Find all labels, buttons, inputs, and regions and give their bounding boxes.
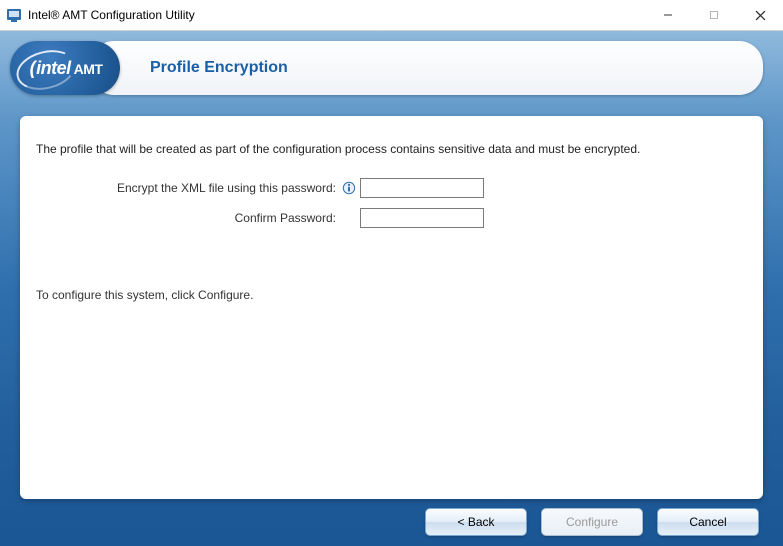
intel-logo: (intel AMT — [10, 41, 120, 95]
cancel-button-label: Cancel — [689, 515, 726, 529]
password-input[interactable] — [360, 178, 484, 198]
main-panel: The profile that will be created as part… — [20, 116, 763, 499]
password-label: Encrypt the XML file using this password… — [36, 181, 342, 195]
titlebar: Intel® AMT Configuration Utility — [0, 0, 783, 31]
configure-button: Configure — [541, 508, 643, 536]
logo-suffix-text: AMT — [74, 61, 103, 77]
app-icon — [6, 7, 22, 23]
confirm-password-input[interactable] — [360, 208, 484, 228]
close-button[interactable] — [737, 0, 783, 30]
header-title-bar: Profile Encryption — [90, 41, 763, 95]
window-title: Intel® AMT Configuration Utility — [28, 8, 195, 22]
back-button-label: < Back — [457, 515, 494, 529]
password-row: Encrypt the XML file using this password… — [36, 178, 747, 198]
page-title: Profile Encryption — [150, 59, 288, 77]
confirm-row: Confirm Password: — [36, 208, 747, 228]
window-body: (intel AMT Profile Encryption The profil… — [0, 31, 783, 546]
cancel-button[interactable]: Cancel — [657, 508, 759, 536]
footer: < Back Configure Cancel — [425, 505, 759, 539]
maximize-button — [691, 0, 737, 30]
configure-button-label: Configure — [566, 515, 618, 529]
hint-text: To configure this system, click Configur… — [36, 288, 747, 302]
info-icon[interactable] — [342, 181, 356, 195]
minimize-button[interactable] — [645, 0, 691, 30]
back-button[interactable]: < Back — [425, 508, 527, 536]
header-ribbon: (intel AMT Profile Encryption — [10, 41, 763, 95]
logo-main-text: intel — [36, 58, 71, 79]
confirm-label: Confirm Password: — [36, 211, 360, 225]
intro-text: The profile that will be created as part… — [36, 142, 747, 156]
